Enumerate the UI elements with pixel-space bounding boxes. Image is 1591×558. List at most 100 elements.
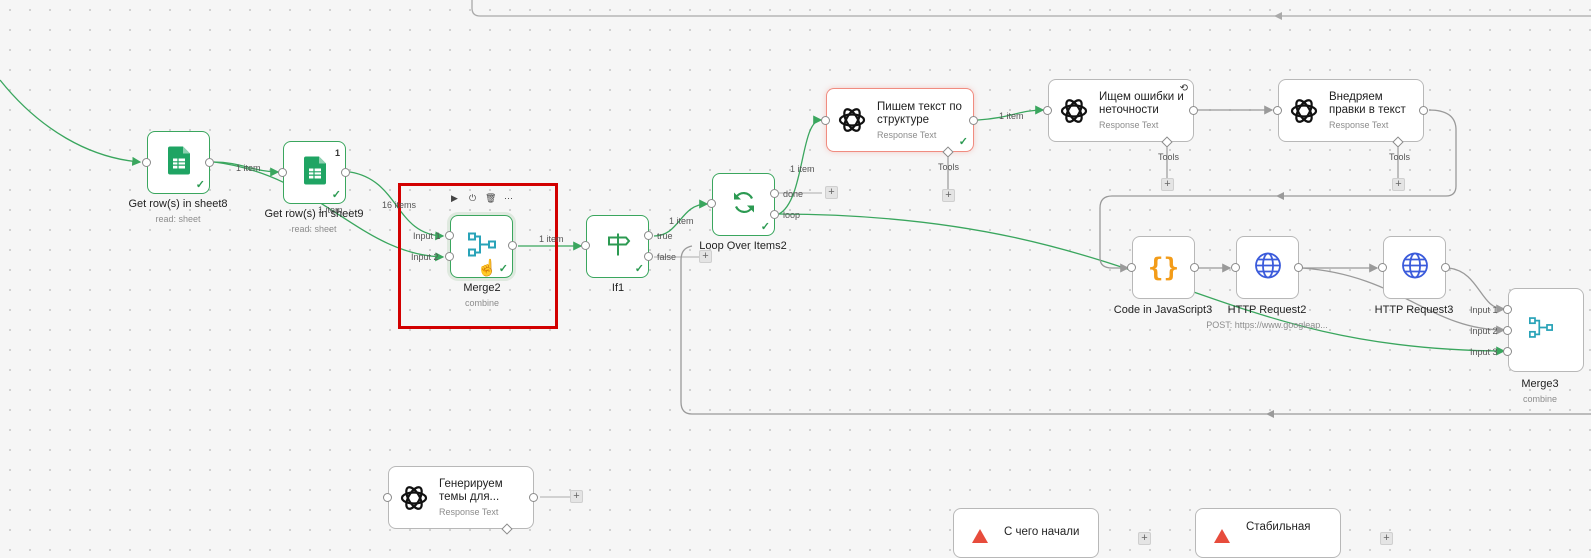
node-code-js[interactable]: {}	[1132, 236, 1195, 299]
node-subtitle: read: sheet	[155, 214, 201, 224]
output-port[interactable]	[969, 116, 978, 125]
openai-icon	[1059, 96, 1089, 126]
node-stable[interactable]: Стабильная	[1195, 508, 1341, 558]
success-check-icon: ✓	[331, 189, 341, 201]
input-port[interactable]	[581, 241, 590, 250]
input-port[interactable]	[1273, 106, 1282, 115]
tools-label: Tools	[1389, 152, 1411, 162]
input-port-1[interactable]	[1503, 305, 1512, 314]
braces-icon: {}	[1147, 252, 1180, 283]
node-title: Стабильная	[1246, 521, 1311, 533]
success-check-icon: ✓	[195, 179, 205, 191]
node-if1[interactable]: ✓	[586, 215, 649, 278]
add-node-button[interactable]: +	[825, 186, 838, 199]
node-subtitle: POST: https://www.googleap...	[1206, 320, 1328, 330]
highlight-box	[398, 183, 558, 329]
workflow-canvas[interactable]: ✓ Get row(s) in sheet8 read: sheet 1 ✓ G…	[0, 0, 1591, 558]
input-port[interactable]	[821, 116, 830, 125]
google-sheets-icon	[167, 146, 190, 179]
input-port[interactable]	[1127, 263, 1136, 272]
input-port-3[interactable]	[1503, 347, 1512, 356]
input-port[interactable]	[383, 493, 392, 502]
input-port[interactable]	[1231, 263, 1240, 272]
output-port-done[interactable]	[770, 189, 779, 198]
add-node-button[interactable]: +	[1380, 532, 1393, 545]
refresh-small-icon: ⟲	[1179, 83, 1188, 94]
edge-label: 1 item	[790, 164, 815, 174]
add-node-button[interactable]: +	[570, 490, 583, 503]
node-title: HTTP Request2	[1227, 304, 1307, 316]
node-generate-topics[interactable]: Генерируем темы для... Response Text	[388, 466, 534, 529]
output-label: true	[657, 231, 673, 241]
node-title: Внедряем правки в текст	[1329, 91, 1406, 116]
globe-icon	[1254, 251, 1282, 284]
output-port-loop[interactable]	[770, 210, 779, 219]
openai-icon	[1289, 96, 1319, 126]
edge-label: 16 items	[382, 200, 417, 210]
node-subtitle: Response Text	[1329, 120, 1389, 130]
input-port[interactable]	[707, 199, 716, 208]
output-port[interactable]	[1189, 106, 1198, 115]
input-port[interactable]	[1378, 263, 1387, 272]
success-check-icon: ✓	[634, 263, 644, 275]
node-merge3[interactable]	[1508, 288, 1584, 372]
output-port[interactable]	[341, 168, 350, 177]
node-title: Get row(s) in sheet9	[264, 208, 364, 220]
node-loop-over-items2[interactable]: ✓	[712, 173, 775, 236]
openai-icon	[837, 105, 867, 135]
output-label: false	[657, 252, 677, 262]
input-port[interactable]	[1043, 106, 1052, 115]
output-port-true[interactable]	[644, 231, 653, 240]
edge-label: 1 item	[318, 205, 343, 215]
node-subtitle: Response Text	[1099, 120, 1159, 130]
node-write-text[interactable]: Пишем текст по структуре Response Text ✓	[826, 88, 974, 152]
node-get-rows-sheet9[interactable]: 1 ✓	[283, 141, 346, 204]
input-label: Input 2	[1470, 326, 1498, 336]
add-tool-button[interactable]: +	[1161, 178, 1174, 191]
output-port[interactable]	[205, 158, 214, 167]
node-get-rows-sheet8[interactable]: ✓	[147, 131, 210, 194]
input-port[interactable]	[278, 168, 287, 177]
node-title: Loop Over Items2	[699, 240, 787, 252]
output-port[interactable]	[1294, 263, 1303, 272]
output-port-false[interactable]	[644, 252, 653, 261]
node-apply-edits[interactable]: Внедряем правки в текст Response Text	[1278, 79, 1424, 142]
node-title: Генерируем темы для...	[439, 478, 503, 503]
node-start-from[interactable]: С чего начали	[953, 508, 1099, 558]
output-label: done	[783, 189, 804, 199]
output-port[interactable]	[1419, 106, 1428, 115]
output-port[interactable]	[529, 493, 538, 502]
node-subtitle: read: sheet	[291, 224, 337, 234]
add-tool-button[interactable]: +	[1392, 178, 1405, 191]
wire-in-sheet8	[0, 79, 142, 166]
output-port[interactable]	[1190, 263, 1199, 272]
node-subtitle: Response Text	[877, 129, 937, 140]
node-subtitle: Response Text	[439, 507, 499, 517]
signpost-icon	[605, 231, 631, 262]
edge-label: 1 item	[999, 111, 1024, 121]
tools-label: Tools	[1158, 152, 1180, 162]
node-title: Пишем текст по структуре	[877, 100, 962, 126]
success-check-icon: ✓	[760, 221, 770, 233]
node-subtitle: combine	[1522, 394, 1558, 404]
merge-icon	[1529, 316, 1553, 345]
node-http-request3[interactable]	[1383, 236, 1446, 299]
input-label: Input 1	[1470, 305, 1498, 315]
node-title: HTTP Request3	[1374, 304, 1454, 316]
wire-top-loop	[471, 0, 1591, 17]
add-tool-button[interactable]: +	[942, 189, 955, 202]
output-port[interactable]	[1441, 263, 1450, 272]
node-http-request2[interactable]	[1236, 236, 1299, 299]
node-title: Code in JavaScript3	[1113, 304, 1213, 316]
node-find-errors[interactable]: Ищем ошибки и неточности Response Text ⟲	[1048, 79, 1194, 142]
refresh-icon	[731, 189, 757, 220]
triangle-logo-icon	[1214, 529, 1230, 543]
input-port-2[interactable]	[1503, 326, 1512, 335]
add-node-button[interactable]: +	[1138, 532, 1151, 545]
node-title: Get row(s) in sheet8	[128, 198, 228, 210]
edge-label: 1 item	[236, 163, 261, 173]
success-check-icon: ✓	[958, 136, 968, 148]
openai-icon	[399, 483, 429, 513]
input-label: Input 3	[1470, 347, 1498, 357]
input-port[interactable]	[142, 158, 151, 167]
